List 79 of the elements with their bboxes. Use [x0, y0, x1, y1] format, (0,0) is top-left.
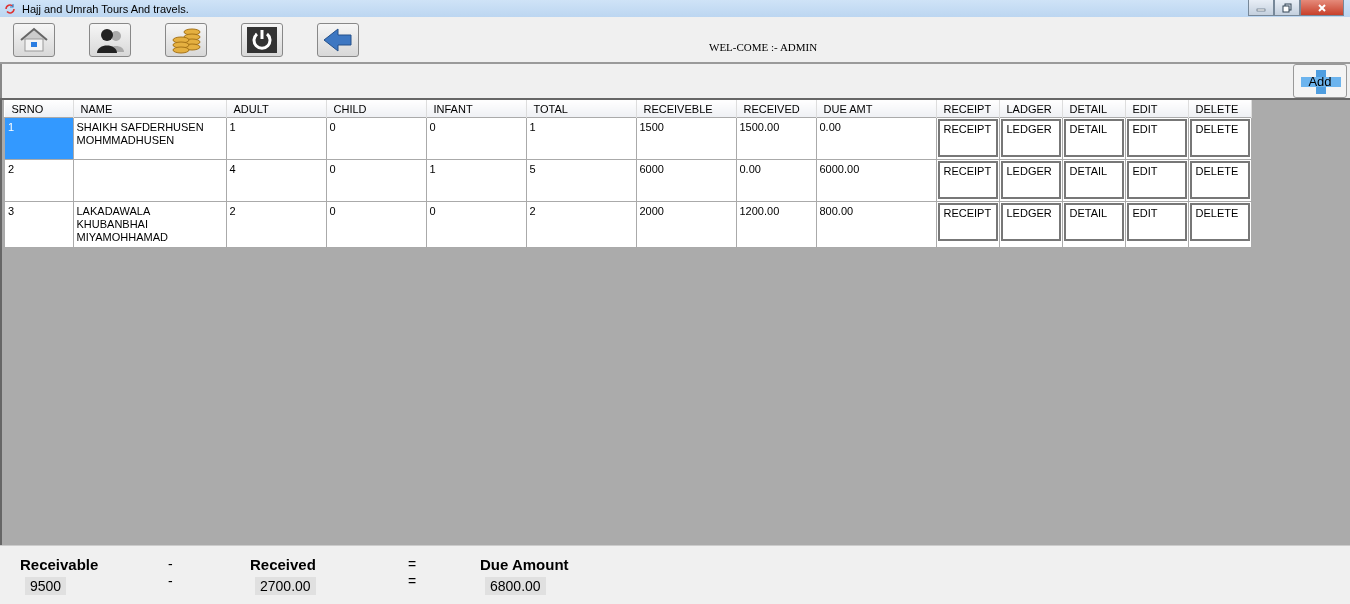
- table-cell: 1200.00: [736, 201, 816, 248]
- app-icon: [4, 2, 16, 15]
- table-cell: 0: [326, 117, 426, 160]
- table-cell: 0: [326, 159, 426, 202]
- column-header: LADGER: [999, 100, 1062, 118]
- column-header: EDIT: [1125, 100, 1188, 118]
- power-button[interactable]: [241, 22, 283, 57]
- table-cell: 0.00: [816, 117, 936, 160]
- operator: =: [407, 555, 417, 573]
- close-icon: [1316, 2, 1328, 13]
- action-button[interactable]: EDIT: [1126, 161, 1187, 199]
- table-cell: SHAIKH SAFDERHUSEN MOHMMADHUSEN: [73, 117, 226, 160]
- table-cell: 6000: [636, 159, 736, 202]
- close-button[interactable]: [1300, 0, 1344, 16]
- action-button[interactable]: LEDGER: [1000, 119, 1061, 157]
- column-header: CHILD: [326, 100, 426, 118]
- window-title: Hajj and Umrah Tours And travels.: [22, 2, 189, 15]
- action-button[interactable]: RECEIPT: [937, 203, 998, 241]
- action-button[interactable]: RECEIPT: [937, 119, 998, 157]
- summary-value: 6800.00: [485, 576, 546, 595]
- table-cell: 800.00: [816, 201, 936, 248]
- table-cell: 3: [4, 201, 73, 248]
- table-cell: LAKADAWALA KHUBANBHAI MIYAMOHHAMAD: [73, 201, 226, 248]
- action-button[interactable]: DELETE: [1189, 203, 1250, 241]
- summary-label: Due Amount: [480, 555, 569, 573]
- action-button[interactable]: DETAIL: [1063, 119, 1124, 157]
- summary-label: Receivable: [20, 555, 99, 573]
- coins-button[interactable]: [165, 22, 207, 57]
- action-button[interactable]: DELETE: [1189, 161, 1250, 199]
- table-cell: 0: [326, 201, 426, 248]
- table-cell: 1500.00: [736, 117, 816, 160]
- action-button[interactable]: EDIT: [1126, 203, 1187, 241]
- summary-value: 2700.00: [255, 576, 316, 595]
- restore-button[interactable]: [1274, 0, 1300, 16]
- table-cell: 2: [4, 159, 73, 202]
- operator: =: [407, 572, 417, 591]
- table-cell: 0.00: [736, 159, 816, 202]
- table-cell: 1500: [636, 117, 736, 160]
- table-cell: 4: [226, 159, 326, 202]
- column-header: INFANT: [426, 100, 526, 118]
- column-header: SRNO: [4, 100, 73, 118]
- column-header: DELETE: [1188, 100, 1251, 118]
- add-button[interactable]: Add: [1293, 64, 1347, 98]
- table-cell: 1: [426, 159, 526, 202]
- table-cell: 0: [426, 117, 526, 160]
- column-header: TOTAL: [526, 100, 636, 118]
- column-header: RECEIVED: [736, 100, 816, 118]
- action-button[interactable]: DELETE: [1189, 119, 1250, 157]
- welcome-text: WEL-COME :- ADMIN: [709, 40, 818, 53]
- table-cell: 1: [226, 117, 326, 160]
- table-cell: 2: [526, 201, 636, 248]
- users-button[interactable]: [89, 22, 131, 57]
- table-cell: 6000.00: [816, 159, 936, 202]
- action-button[interactable]: EDIT: [1126, 119, 1187, 157]
- summary-label: Received: [250, 555, 316, 573]
- back-button[interactable]: [317, 22, 359, 57]
- column-header: RECEIVEBLE: [636, 100, 736, 118]
- minimize-button[interactable]: [1248, 0, 1274, 16]
- operator: -: [167, 555, 173, 573]
- home-button[interactable]: [13, 22, 55, 57]
- summary-value: 9500: [25, 576, 67, 595]
- action-button[interactable]: RECEIPT: [937, 161, 998, 199]
- column-header: DUE AMT: [816, 100, 936, 118]
- table-cell: 1: [526, 117, 636, 160]
- action-button[interactable]: DETAIL: [1063, 161, 1124, 199]
- column-header: ADULT: [226, 100, 326, 118]
- table-cell: 2000: [636, 201, 736, 248]
- table-cell: 0: [426, 201, 526, 248]
- column-header: NAME: [73, 100, 226, 118]
- column-header: DETAIL: [1062, 100, 1125, 118]
- action-button[interactable]: LEDGER: [1000, 203, 1061, 241]
- table-cell: 1: [4, 117, 73, 160]
- table-cell: 2: [226, 201, 326, 248]
- action-button[interactable]: DETAIL: [1063, 203, 1124, 241]
- operator: -: [167, 572, 173, 591]
- restore-icon: [1282, 2, 1292, 13]
- action-button[interactable]: LEDGER: [1000, 161, 1061, 199]
- column-header: RECEIPT: [936, 100, 999, 118]
- table-cell: 5: [526, 159, 636, 202]
